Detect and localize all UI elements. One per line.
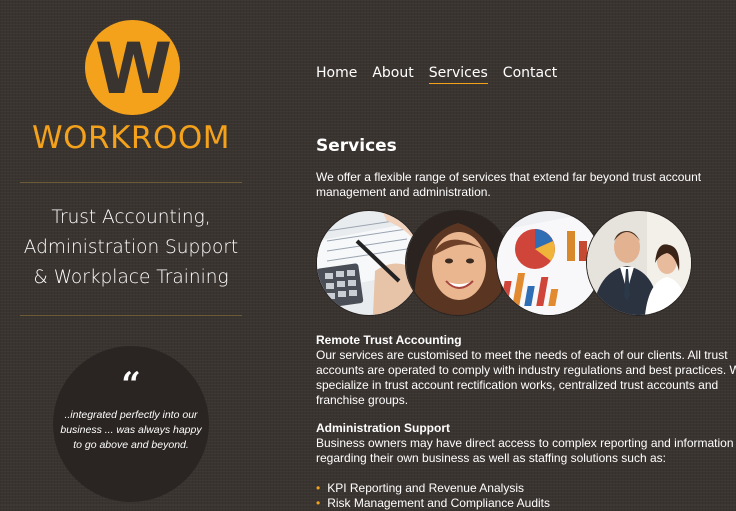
bullet-icon: •	[316, 496, 321, 510]
business-people-photo-icon	[586, 210, 692, 316]
nav-home[interactable]: Home	[316, 65, 357, 84]
list-item: • KPI Reporting and Revenue Analysis	[316, 481, 550, 496]
section-line: Our services are customised to meet the …	[316, 348, 728, 362]
nav-services[interactable]: Services	[428, 65, 488, 84]
section-line: Business owners may have direct access t…	[316, 436, 734, 450]
main-nav: Home About Services Contact	[316, 65, 557, 84]
testimonial-circle: “ ..integrated perfectly into our busine…	[53, 346, 209, 502]
list-item-label: KPI Reporting and Revenue Analysis	[327, 481, 524, 495]
logo-mark: W	[94, 27, 172, 110]
testimonial-line: business ... was always happy	[60, 424, 202, 436]
tagline-line: Administration Support	[23, 237, 239, 258]
divider	[20, 182, 242, 183]
tagline-line: Trust Accounting,	[51, 207, 211, 228]
tagline-line: & Workplace Training	[33, 267, 229, 288]
testimonial-text: ..integrated perfectly into our business…	[53, 408, 209, 453]
brand-name[interactable]: WORKROOM	[20, 120, 242, 156]
section-text: Our services are customised to meet the …	[316, 348, 736, 408]
section-line: regarding their own business as well as …	[316, 451, 666, 465]
list-item: • Risk Management and Compliance Audits	[316, 496, 550, 511]
nav-contact[interactable]: Contact	[503, 65, 557, 84]
intro-line: We offer a flexible range of services th…	[316, 170, 702, 184]
service-images	[316, 210, 692, 316]
quote-icon: “	[121, 365, 141, 405]
section-heading: Remote Trust Accounting	[316, 333, 462, 347]
section-heading: Administration Support	[316, 421, 450, 435]
testimonial-line: to go above and beyond.	[73, 439, 189, 451]
testimonial-line: ..integrated perfectly into our	[64, 409, 198, 421]
divider	[20, 315, 242, 316]
page-title: Services	[316, 136, 397, 156]
section-line: accounts are operated to comply with ind…	[316, 363, 736, 377]
intro-text: We offer a flexible range of services th…	[316, 170, 728, 200]
logo-circle[interactable]: W	[85, 20, 180, 115]
section-line: franchise groups.	[316, 393, 409, 407]
bullet-icon: •	[316, 481, 321, 495]
nav-about[interactable]: About	[372, 65, 413, 84]
intro-line: management and administration.	[316, 185, 491, 199]
bullet-list: • KPI Reporting and Revenue Analysis • R…	[316, 481, 550, 511]
section-text: Business owners may have direct access t…	[316, 436, 734, 466]
section-line: specialize in trust account rectificatio…	[316, 378, 719, 392]
tagline: Trust Accounting, Administration Support…	[20, 203, 242, 293]
list-item-label: Risk Management and Compliance Audits	[327, 496, 550, 510]
